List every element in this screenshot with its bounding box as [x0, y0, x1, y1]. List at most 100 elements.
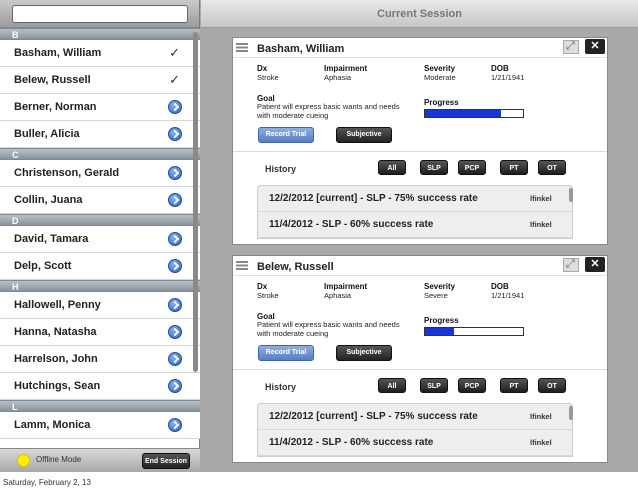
history-filter-slp[interactable]: SLP: [420, 160, 448, 175]
history-label: History: [265, 164, 297, 174]
list-item[interactable]: Berner, Norman: [0, 94, 200, 121]
disclosure-arrow-icon[interactable]: [168, 325, 182, 339]
patient-name: Harrelson, John: [14, 353, 98, 365]
list-item[interactable]: Basham, William ✓: [0, 40, 200, 67]
patient-name: Hanna, Natasha: [14, 326, 97, 338]
list-item[interactable]: Hanna, Natasha: [0, 319, 200, 346]
dx-value: Stroke: [257, 73, 279, 82]
list-item[interactable]: Delp, Scott: [0, 253, 200, 280]
dx-label: Dx: [257, 64, 268, 73]
history-filter-ot[interactable]: OT: [538, 378, 566, 393]
history-filter-pcp[interactable]: PCP: [458, 160, 486, 175]
history-filter-all[interactable]: All: [378, 378, 406, 393]
patient-card: Belew, Russell ✕ DxStroke ImpairmentAphasia…: [232, 255, 608, 463]
section-header-l: L: [0, 400, 200, 412]
disclosure-arrow-icon[interactable]: [168, 418, 182, 432]
history-filter-pcp[interactable]: PCP: [458, 378, 486, 393]
search-bar: [0, 0, 199, 28]
history-scrollbar[interactable]: [569, 406, 573, 420]
disclosure-arrow-icon[interactable]: [168, 193, 182, 207]
list-item[interactable]: Belew, Russell ✓: [0, 67, 200, 94]
search-input[interactable]: [12, 5, 188, 23]
drag-handle-icon[interactable]: [236, 43, 248, 52]
section-header-h: H: [0, 280, 200, 292]
subjective-button[interactable]: Subjective: [336, 345, 392, 361]
history-scrollbar[interactable]: [569, 188, 573, 202]
sidebar-bottom-bar: Offline Mode End Session: [0, 448, 200, 472]
progress-bar: [424, 109, 524, 118]
patient-card: Basham, William ✕ DxStroke ImpairmentAphasi…: [232, 37, 608, 245]
goal-value: Patient will express basic wants and nee…: [257, 320, 400, 338]
offline-mode-label: Offline Mode: [36, 455, 82, 464]
patient-name: David, Tamara: [14, 233, 89, 245]
impairment-value: Aphasia: [324, 73, 352, 82]
disclosure-arrow-icon[interactable]: [168, 298, 182, 312]
section-header-b: B: [0, 28, 200, 40]
patient-name: Buller, Alicia: [14, 128, 80, 140]
list-item[interactable]: Hallowell, Penny: [0, 292, 200, 319]
progress-fill: [425, 328, 455, 335]
section-header-d: D: [0, 214, 200, 226]
sidebar-scrollbar[interactable]: [193, 32, 198, 372]
history-filter-pt[interactable]: PT: [500, 378, 528, 393]
disclosure-arrow-icon[interactable]: [168, 166, 182, 180]
record-trial-button[interactable]: Record Trial: [258, 345, 314, 361]
history-row[interactable]: 12/2/2012 [current] - SLP - 75% success …: [258, 186, 572, 212]
disclosure-arrow-icon[interactable]: [168, 127, 182, 141]
page-title: Current Session: [377, 8, 462, 20]
patient-name: Basham, William: [14, 47, 102, 59]
history-entry-user: lfinkel: [530, 438, 552, 447]
dx-label: Dx: [257, 282, 268, 291]
card-divider: [233, 369, 607, 370]
history-filter-pt[interactable]: PT: [500, 160, 528, 175]
disclosure-arrow-icon[interactable]: [168, 352, 182, 366]
history-list: 12/2/2012 [current] - SLP - 75% success …: [257, 403, 573, 457]
expand-icon[interactable]: [563, 258, 579, 272]
patient-name: Christenson, Gerald: [14, 167, 120, 179]
list-item[interactable]: Lamm, Monica: [0, 412, 200, 439]
disclosure-arrow-icon[interactable]: [168, 379, 182, 393]
dob-value: 1/21/1941: [491, 291, 525, 300]
list-item[interactable]: Hutchings, Sean: [0, 373, 200, 400]
record-trial-button[interactable]: Record Trial: [258, 127, 314, 143]
end-session-button[interactable]: End Session: [142, 453, 190, 469]
expand-icon[interactable]: [563, 40, 579, 54]
drag-handle-icon[interactable]: [236, 261, 248, 270]
history-filter-all[interactable]: All: [378, 160, 406, 175]
list-item[interactable]: Christenson, Gerald: [0, 160, 200, 187]
offline-indicator-icon: [17, 454, 30, 467]
progress-fill: [425, 110, 502, 117]
history-label: History: [265, 382, 297, 392]
list-item[interactable]: David, Tamara: [0, 226, 200, 253]
history-filter-slp[interactable]: SLP: [420, 378, 448, 393]
history-row[interactable]: 11/4/2012 - SLP - 60% success rate lfinke…: [258, 430, 572, 456]
history-row[interactable]: 12/2/2012 [current] - SLP - 75% success …: [258, 404, 572, 430]
app-window: B Basham, William ✓ Belew, Russell ✓ Berner, …: [0, 0, 638, 472]
disclosure-arrow-icon[interactable]: [168, 232, 182, 246]
severity-label: Severity: [424, 282, 456, 291]
history-entry-user: lfinkel: [530, 412, 552, 421]
history-entry-text: 11/4/2012 - SLP - 60% success rate: [269, 437, 434, 448]
patient-name: Delp, Scott: [14, 260, 72, 272]
list-item[interactable]: Harrelson, John: [0, 346, 200, 373]
close-icon[interactable]: ✕: [585, 39, 605, 54]
list-item[interactable]: Collin, Juana: [0, 187, 200, 214]
list-item[interactable]: Buller, Alicia: [0, 121, 200, 148]
close-icon[interactable]: ✕: [585, 257, 605, 272]
progress-bar: [424, 327, 524, 336]
history-entry-text: 11/4/2012 - SLP - 60% success rate: [269, 219, 434, 230]
checkmark-icon: ✓: [169, 45, 180, 60]
dob-label: DOB: [491, 64, 509, 73]
checkmark-icon: ✓: [169, 72, 180, 87]
subjective-button[interactable]: Subjective: [336, 127, 392, 143]
patient-name: Collin, Juana: [14, 194, 83, 206]
patient-name: Hallowell, Penny: [14, 299, 101, 311]
patient-list: B Basham, William ✓ Belew, Russell ✓ Berner, …: [0, 28, 200, 448]
history-entry-user: lfinkel: [530, 220, 552, 229]
card-patient-name: Belew, Russell: [257, 261, 334, 273]
history-row[interactable]: 11/4/2012 - SLP - 60% success rate lfinke…: [258, 212, 572, 238]
progress-label: Progress: [424, 98, 459, 107]
disclosure-arrow-icon[interactable]: [168, 259, 182, 273]
history-filter-ot[interactable]: OT: [538, 160, 566, 175]
disclosure-arrow-icon[interactable]: [168, 100, 182, 114]
